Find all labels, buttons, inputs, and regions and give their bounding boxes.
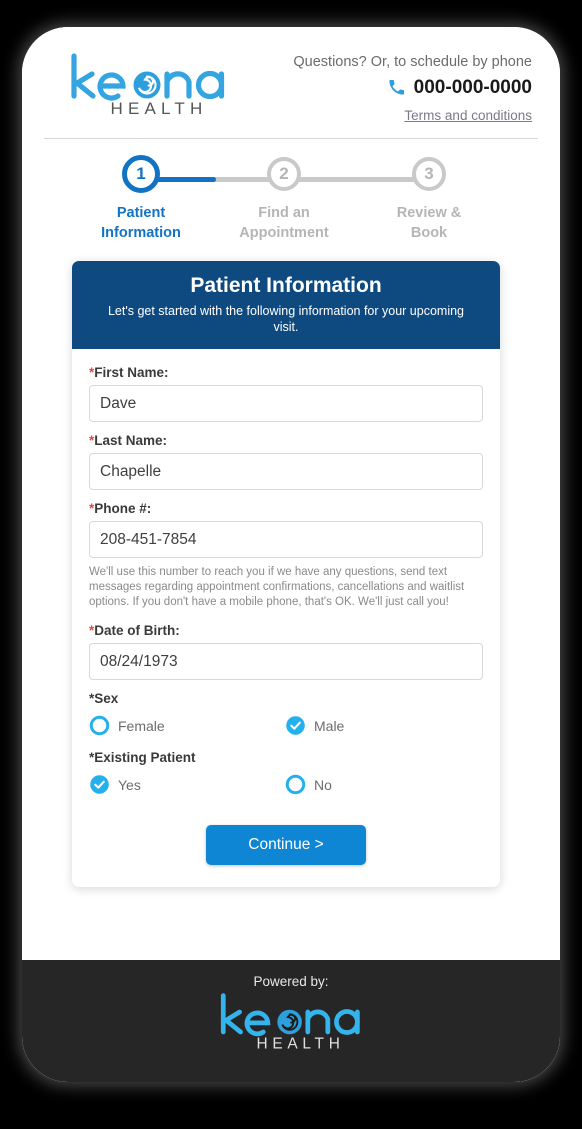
stepper-step-3-label-line1: Review & <box>396 205 462 221</box>
phone-icon <box>389 79 405 101</box>
card-header: Patient Information Let's get started wi… <box>72 261 500 349</box>
sex-group-label: *Sex <box>89 691 483 706</box>
existing-patient-option-no-label: No <box>314 776 332 793</box>
sex-option-male-label: Male <box>314 717 345 734</box>
page-header: HEALTH Questions? Or, to schedule by pho… <box>22 27 560 123</box>
radio-checked-icon <box>89 774 110 795</box>
stepper-step-3-label-line2: Book <box>410 225 448 241</box>
first-name-label-text: First Name: <box>94 365 169 380</box>
logo-subtitle-text: HEALTH <box>110 99 207 118</box>
stepper-step-2-label: Find an Appointment <box>209 203 359 243</box>
stepper-step-3-number: 3 <box>424 164 434 183</box>
radio-unchecked-icon <box>285 774 306 795</box>
sex-group-label-text: Sex <box>94 691 119 706</box>
sex-option-female-label: Female <box>118 717 165 734</box>
existing-patient-option-yes[interactable]: Yes <box>89 774 285 795</box>
card-subtitle: Let's get started with the following inf… <box>107 304 465 334</box>
stepper-step-2-circle[interactable]: 2 <box>267 157 301 191</box>
last-name-label-text: Last Name: <box>94 433 168 448</box>
powered-by-text: Powered by: <box>253 974 329 989</box>
phone-number-text: 000-000-0000 <box>413 77 532 98</box>
date-of-birth-input[interactable] <box>89 643 483 680</box>
phone-frame: HEALTH Questions? Or, to schedule by pho… <box>22 27 560 1082</box>
existing-patient-option-yes-label: Yes <box>118 776 141 793</box>
sex-radio-row: Female Male <box>89 715 483 736</box>
stepper-track: 1 2 3 <box>22 155 560 203</box>
stepper-step-1-label-line2: Information <box>101 225 181 241</box>
stepper-step-3-label: Review & Book <box>354 203 504 243</box>
stepper-step-2-label-line1: Find an <box>258 205 310 221</box>
phone-help-text: We'll use this number to reach you if we… <box>89 566 465 608</box>
header-contact-block: Questions? Or, to schedule by phone 000-… <box>262 53 532 124</box>
progress-stepper: 1 2 3 Patient Information Find an Appoin… <box>22 155 560 265</box>
date-of-birth-label-text: Date of Birth: <box>94 623 180 638</box>
first-name-input[interactable] <box>89 385 483 422</box>
continue-button[interactable]: Continue > <box>206 825 366 865</box>
stepper-step-3-circle[interactable]: 3 <box>412 157 446 191</box>
terms-and-conditions-link[interactable]: Terms and conditions <box>262 108 532 124</box>
questions-text: Questions? Or, to schedule by phone <box>293 54 532 70</box>
radio-checked-icon <box>285 715 306 736</box>
first-name-label: *First Name: <box>89 365 483 380</box>
card-actions: Continue > <box>89 825 483 865</box>
card-title: Patient Information <box>190 274 382 297</box>
phone-number-line[interactable]: 000-000-0000 <box>262 77 532 101</box>
stepper-step-2-number: 2 <box>279 164 289 183</box>
phone-number-input[interactable] <box>89 521 483 558</box>
stepper-step-1-number: 1 <box>136 164 146 183</box>
footer-logo-subtitle-text: HEALTH <box>256 1035 344 1052</box>
footer-keona-health-logo: HEALTH <box>216 991 366 1058</box>
existing-patient-radio-row: Yes No <box>89 774 483 795</box>
sex-option-female[interactable]: Female <box>89 715 285 736</box>
page-footer: Powered by: HEALTH <box>22 960 560 1082</box>
existing-patient-option-no[interactable]: No <box>285 774 481 795</box>
stepper-step-2-label-line2: Appointment <box>239 225 329 241</box>
existing-patient-group-label-text: Existing Patient <box>94 750 196 765</box>
phone-number-label: *Phone #: <box>89 501 483 516</box>
keona-health-logo: HEALTH <box>66 52 231 118</box>
existing-patient-group-label: *Existing Patient <box>89 750 483 765</box>
stepper-step-1-label-line1: Patient <box>116 205 166 221</box>
header-divider <box>44 138 538 139</box>
stepper-labels: Patient Information Find an Appointment … <box>22 203 560 259</box>
sex-option-male[interactable]: Male <box>285 715 481 736</box>
date-of-birth-label: *Date of Birth: <box>89 623 483 638</box>
app-screen: HEALTH Questions? Or, to schedule by pho… <box>22 27 560 1082</box>
stepper-step-1-circle[interactable]: 1 <box>122 155 160 193</box>
last-name-label: *Last Name: <box>89 433 483 448</box>
phone-number-label-text: Phone #: <box>94 501 152 516</box>
card-body: *First Name: *Last Name: *Phone #: We'll… <box>72 349 500 887</box>
last-name-input[interactable] <box>89 453 483 490</box>
stepper-step-1-label: Patient Information <box>66 203 216 243</box>
patient-information-card: Patient Information Let's get started wi… <box>72 261 500 887</box>
radio-unchecked-icon <box>89 715 110 736</box>
